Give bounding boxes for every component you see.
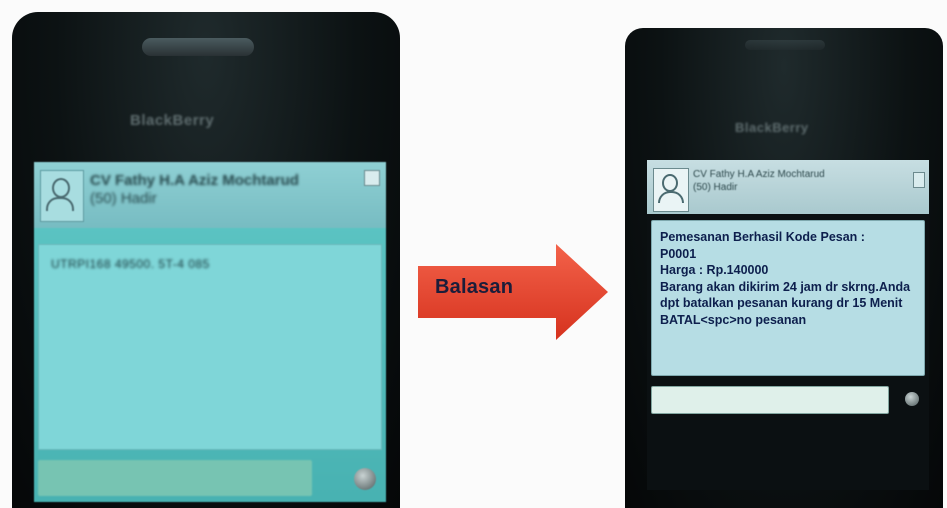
phone-screen: CV Fathy H.A Aziz Mochtarud (50) Hadir P… [647,160,929,490]
phone-screen: CV Fathy H.A Aziz Mochtarud (50) Hadir U… [34,162,386,502]
contact-header: CV Fathy H.A Aziz Mochtarud (50) Hadir [34,162,386,228]
brand-logo: BlackBerry [130,112,215,129]
send-button[interactable] [905,392,919,406]
send-button[interactable] [354,468,376,490]
menu-icon[interactable] [364,170,380,186]
arrow-label: Balasan [435,276,514,298]
avatar [653,168,689,212]
contact-name: CV Fathy H.A Aziz Mochtarud (50) Hadir [90,172,330,208]
earpiece [142,38,254,56]
message-input[interactable] [38,460,312,496]
brand-logo: BlackBerry [735,120,809,135]
phone-photo-sent: BlackBerry CV Fathy H.A Aziz Mochtarud (… [12,12,400,508]
sent-message-bubble: UTRPI168 49500. 5T-4 085 [38,244,382,450]
reply-message-bubble: Pemesanan Berhasil Kode Pesan : P0001 Ha… [651,220,925,376]
sent-message-text: UTRPI168 49500. 5T-4 085 [51,257,210,271]
contact-name: CV Fathy H.A Aziz Mochtarud (50) Hadir [693,168,883,194]
person-icon [662,174,678,192]
earpiece [745,40,825,50]
menu-icon[interactable] [913,172,925,188]
reply-message-text: Pemesanan Berhasil Kode Pesan : P0001 Ha… [660,230,911,327]
person-icon [52,178,70,198]
contact-name-text: CV Fathy H.A Aziz Mochtarud [90,172,299,189]
contact-name-text: CV Fathy H.A Aziz Mochtarud [693,169,825,180]
message-input[interactable] [651,386,889,414]
phone-photo-reply: BlackBerry CV Fathy H.A Aziz Mochtarud (… [625,28,943,508]
contact-status: (50) Hadir [693,182,738,193]
avatar [40,170,84,222]
contact-status: (50) Hadir [90,190,157,207]
contact-header: CV Fathy H.A Aziz Mochtarud (50) Hadir [647,160,929,214]
